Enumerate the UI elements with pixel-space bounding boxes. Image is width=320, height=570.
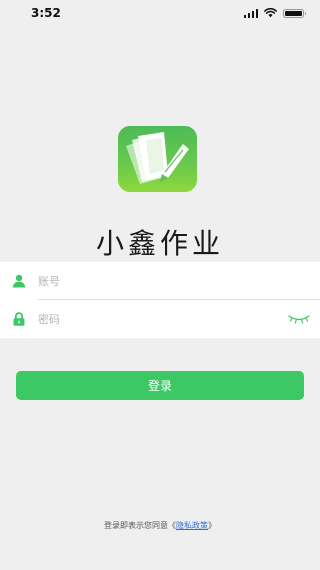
login-form bbox=[0, 262, 320, 338]
status-time: 3:52 bbox=[31, 6, 61, 20]
eye-closed-icon[interactable] bbox=[288, 313, 310, 325]
login-button[interactable]: 登录 bbox=[16, 371, 304, 400]
password-input[interactable] bbox=[38, 309, 278, 329]
privacy-policy-link[interactable]: 隐私政策 bbox=[176, 521, 208, 530]
agreement-prefix: 登录即表示您同意 bbox=[104, 521, 168, 530]
account-row bbox=[0, 262, 320, 300]
password-row bbox=[0, 300, 320, 338]
app-logo bbox=[118, 126, 197, 192]
user-icon bbox=[12, 274, 26, 288]
account-input[interactable] bbox=[38, 271, 278, 291]
agreement-close-bracket: 》 bbox=[208, 521, 216, 530]
signal-icon bbox=[243, 8, 258, 18]
status-bar: 3:52 bbox=[0, 0, 320, 28]
status-icons bbox=[243, 8, 306, 18]
wifi-icon bbox=[264, 8, 277, 18]
lock-icon bbox=[13, 312, 25, 326]
app-title: 小鑫作业 bbox=[95, 227, 224, 260]
battery-icon bbox=[283, 8, 306, 18]
book-pencil-icon bbox=[126, 132, 189, 184]
agreement-open-bracket: 《 bbox=[168, 521, 176, 530]
agreement-text: 登录即表示您同意《隐私政策》 bbox=[0, 520, 320, 531]
